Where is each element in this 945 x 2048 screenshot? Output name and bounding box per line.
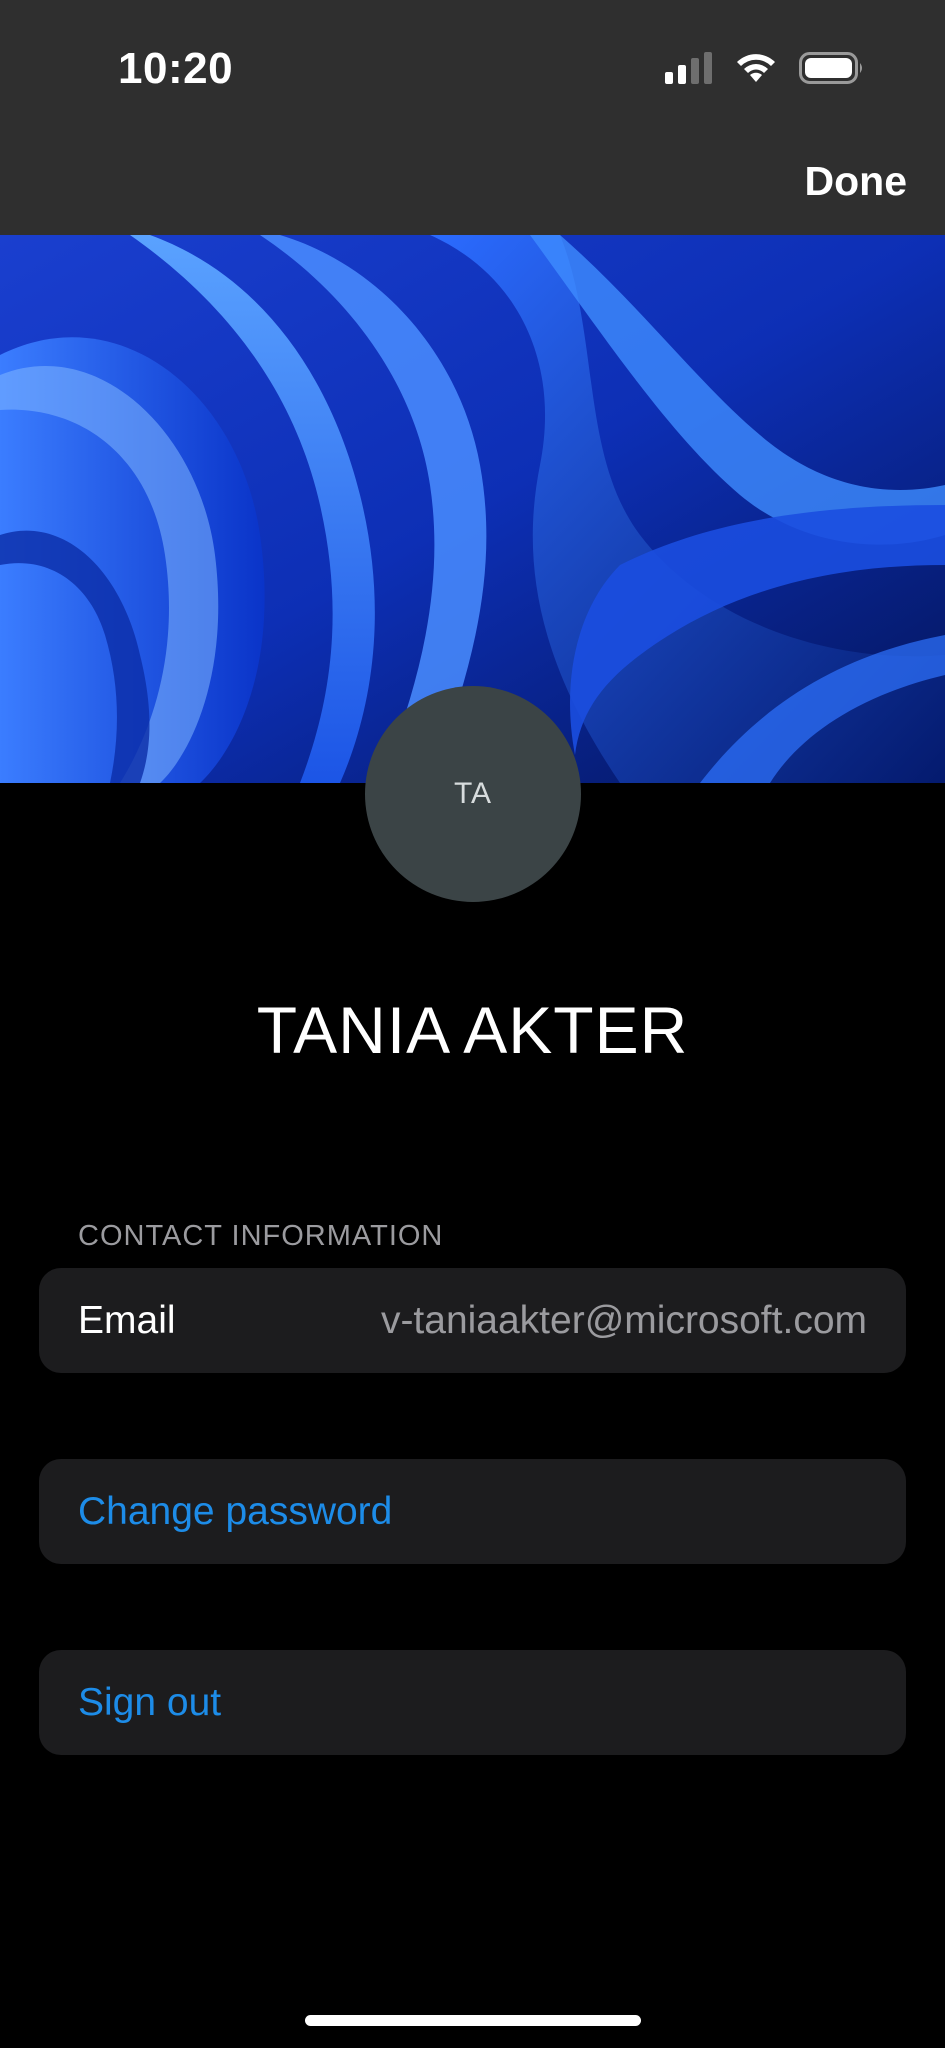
cellular-signal-icon bbox=[665, 51, 713, 89]
done-button[interactable]: Done bbox=[805, 158, 908, 205]
wifi-icon bbox=[735, 52, 777, 89]
avatar[interactable]: TA bbox=[365, 686, 581, 902]
profile-name: TANIA AKTER bbox=[256, 993, 689, 1067]
contact-section-title: CONTACT INFORMATION bbox=[78, 1220, 444, 1252]
change-password-label[interactable]: Change password bbox=[78, 1490, 392, 1534]
home-indicator[interactable] bbox=[305, 2015, 641, 2026]
top-bar: 10:20 Done bbox=[0, 0, 945, 235]
profile-screen: 10:20 Done TA TANIA AKTER CONTACT INFORM… bbox=[0, 0, 945, 2048]
email-value[interactable]: v-taniaakter@microsoft.com bbox=[381, 1299, 867, 1343]
avatar-initials: TA bbox=[453, 777, 493, 810]
battery-icon bbox=[799, 51, 865, 89]
email-label: Email bbox=[78, 1298, 176, 1342]
sign-out-label[interactable]: Sign out bbox=[78, 1681, 221, 1725]
status-time: 10:20 bbox=[118, 44, 234, 93]
status-icons bbox=[665, 50, 865, 90]
sign-out-button[interactable]: Sign out bbox=[39, 1650, 906, 1755]
change-password-button[interactable]: Change password bbox=[39, 1459, 906, 1564]
email-row: Email v-taniaakter@microsoft.com bbox=[39, 1268, 906, 1373]
